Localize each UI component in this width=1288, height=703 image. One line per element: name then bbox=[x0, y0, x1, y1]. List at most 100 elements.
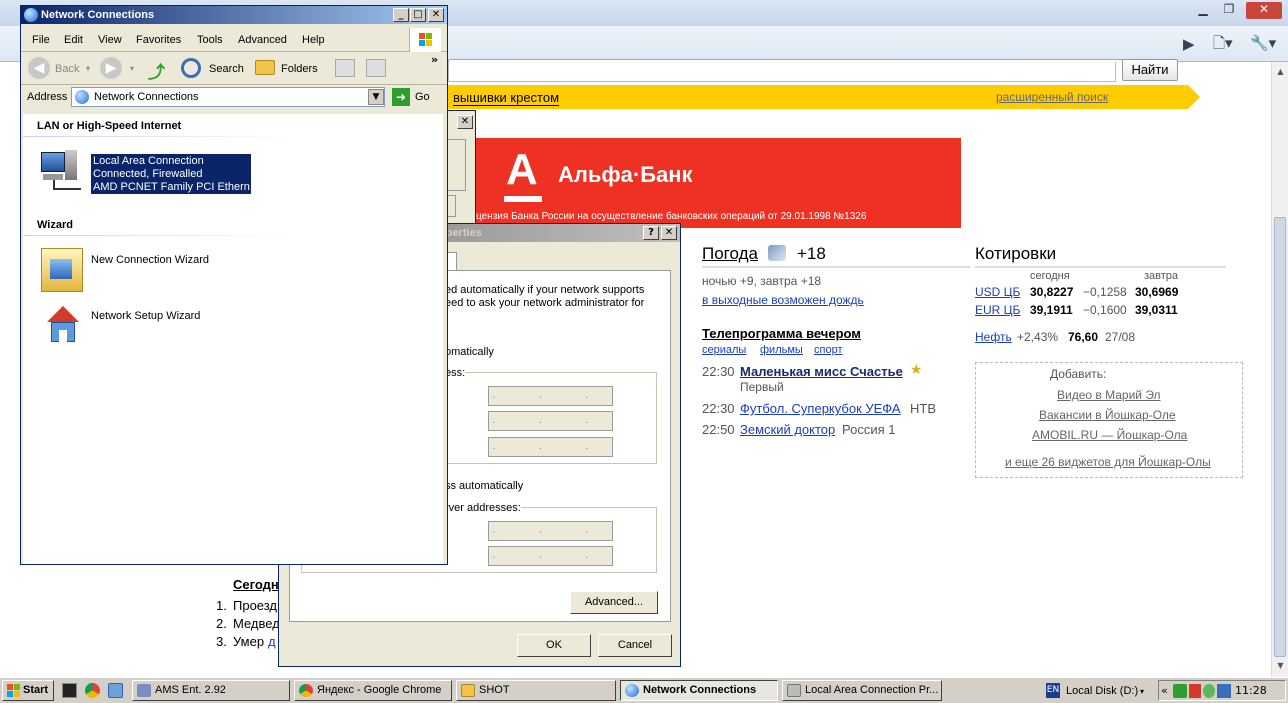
menu-view[interactable]: View bbox=[98, 34, 122, 46]
widget-link[interactable]: и еще 26 виджетов для Йошкар-Олы bbox=[1005, 455, 1211, 469]
tray-app-icon[interactable] bbox=[1217, 684, 1231, 698]
new-connection-wizard-icon[interactable] bbox=[41, 248, 83, 292]
news-title[interactable]: Сегодн bbox=[233, 577, 279, 592]
folders-button-label[interactable]: Folders bbox=[281, 63, 318, 75]
network-setup-wizard-icon[interactable] bbox=[41, 304, 83, 350]
task-shot[interactable]: SHOT bbox=[456, 680, 616, 701]
cmd-icon[interactable] bbox=[62, 683, 77, 698]
up-folder-icon[interactable]: ⤴ bbox=[148, 58, 165, 83]
ok-button[interactable]: OK bbox=[517, 634, 591, 657]
weather-note-link[interactable]: в выходные возможен дождь bbox=[702, 293, 864, 307]
task-lac-properties[interactable]: Local Area Connection Pr... bbox=[782, 680, 942, 701]
back-dropdown-icon[interactable]: ▾ bbox=[86, 64, 90, 73]
close-icon[interactable]: ✕ bbox=[661, 226, 677, 240]
address-dropdown-icon[interactable]: ▼ bbox=[368, 89, 384, 105]
news-link[interactable]: д bbox=[268, 634, 276, 649]
search-button[interactable]: Найти bbox=[1122, 59, 1178, 81]
tray-antivirus-icon[interactable] bbox=[1189, 684, 1201, 698]
lan-connection-selection[interactable]: Local Area Connection Connected, Firewal… bbox=[91, 154, 259, 194]
minimize-icon[interactable]: _ bbox=[393, 8, 409, 22]
menu-help[interactable]: Help bbox=[302, 34, 325, 46]
tv-show[interactable]: Футбол. Суперкубок УЕФА bbox=[740, 401, 901, 416]
widget-link[interactable]: AMOBIL.RU — Йошкар-Ола bbox=[1032, 428, 1187, 442]
back-button-label[interactable]: Back bbox=[55, 63, 79, 75]
close-icon[interactable]: ✕ bbox=[428, 8, 444, 22]
oil-name[interactable]: Нефть bbox=[975, 330, 1012, 344]
folders-icon[interactable] bbox=[255, 60, 275, 75]
cancel-button[interactable]: Cancel bbox=[598, 634, 672, 657]
tray-network-icon[interactable] bbox=[1173, 684, 1187, 698]
advanced-button[interactable]: Advanced... bbox=[570, 591, 658, 614]
menu-edit[interactable]: Edit bbox=[64, 34, 83, 46]
preferred-dns-field[interactable]: . . . bbox=[488, 521, 613, 541]
tv-title[interactable]: Телепрограмма вечером bbox=[702, 326, 861, 341]
tv-tab-films[interactable]: фильмы bbox=[760, 344, 803, 356]
chrome-icon[interactable] bbox=[85, 683, 100, 698]
restore-icon[interactable]: ❐ bbox=[1216, 2, 1242, 19]
tray-security-icon[interactable] bbox=[1203, 684, 1215, 698]
address-field[interactable]: Network Connections ▼ bbox=[71, 87, 385, 107]
quote-name[interactable]: USD ЦБ bbox=[975, 285, 1020, 299]
lan-connection-icon[interactable] bbox=[39, 146, 85, 192]
widget-link[interactable]: Вакансии в Йошкар-Оле bbox=[1039, 408, 1176, 422]
minimize-icon[interactable]: ▁ bbox=[1190, 2, 1216, 19]
go-button-label[interactable]: Go bbox=[415, 91, 430, 103]
widget-link[interactable]: Видео в Марий Эл bbox=[1057, 388, 1161, 402]
weather-title[interactable]: Погода bbox=[702, 244, 758, 264]
promo-link[interactable]: вышивки крестом bbox=[453, 90, 560, 106]
tv-channel: НТВ bbox=[910, 401, 936, 416]
network-setup-wizard-label[interactable]: Network Setup Wizard bbox=[91, 310, 200, 323]
page-menu-icon[interactable]: 🗋▾ bbox=[1213, 34, 1233, 52]
ie-icon[interactable] bbox=[108, 683, 123, 698]
go-arrow-icon[interactable]: ➜ bbox=[392, 88, 410, 106]
ip-address-field[interactable]: . . . bbox=[488, 386, 613, 406]
search-button-label[interactable]: Search bbox=[209, 63, 244, 75]
forward-dropdown-icon[interactable]: ▾ bbox=[130, 64, 134, 73]
subnet-mask-field[interactable]: . . . bbox=[488, 411, 613, 431]
copy-to-icon[interactable] bbox=[366, 59, 386, 77]
tv-show[interactable]: Маленькая мисс Счастье bbox=[740, 364, 903, 379]
window-titlebar: Network Connections bbox=[21, 6, 447, 24]
help-icon[interactable]: ? bbox=[643, 226, 659, 240]
scroll-up-icon[interactable]: ▲ bbox=[1273, 64, 1288, 79]
quote-change: −0,1600 bbox=[1083, 303, 1127, 317]
scroll-thumb[interactable] bbox=[1274, 217, 1286, 657]
alfa-bank-banner[interactable]: А Альфа·Банк цензия Банка России на осущ… bbox=[476, 138, 961, 228]
search-icon[interactable] bbox=[181, 58, 201, 78]
menu-favorites[interactable]: Favorites bbox=[136, 34, 181, 46]
task-chrome[interactable]: Яндекс - Google Chrome bbox=[294, 680, 452, 701]
wrench-icon[interactable]: 🔧▾ bbox=[1250, 34, 1276, 52]
task-network-connections[interactable]: Network Connections bbox=[620, 680, 778, 701]
menu-file[interactable]: File bbox=[32, 34, 50, 46]
toolbar-chevron-icon[interactable]: » bbox=[431, 53, 438, 66]
tv-tab-sport[interactable]: спорт bbox=[814, 344, 843, 356]
new-connection-wizard-label[interactable]: New Connection Wizard bbox=[91, 254, 209, 267]
tv-tab-series[interactable]: сериалы bbox=[702, 344, 746, 356]
forward-arrow-icon[interactable]: ▶ bbox=[100, 57, 122, 79]
close-icon[interactable]: ✕ bbox=[457, 115, 473, 129]
menu-tools[interactable]: Tools bbox=[197, 34, 223, 46]
search-input[interactable] bbox=[448, 62, 1116, 82]
obtain-ip-radio-label[interactable]: omatically bbox=[445, 346, 494, 359]
tray-expand-icon[interactable]: « bbox=[1161, 681, 1168, 700]
alternate-dns-field[interactable]: . . . bbox=[488, 546, 613, 566]
go-arrow-icon[interactable]: ▶ bbox=[1183, 35, 1195, 53]
task-ams[interactable]: AMS Ent. 2.92 bbox=[132, 680, 290, 701]
disk-dropdown-icon[interactable]: ▾ bbox=[1140, 687, 1144, 696]
language-indicator[interactable]: EN bbox=[1046, 683, 1060, 698]
maximize-icon[interactable]: □ bbox=[410, 8, 426, 22]
obtain-dns-radio-label[interactable]: ss automatically bbox=[445, 480, 523, 493]
start-button[interactable]: Start bbox=[2, 680, 54, 701]
back-arrow-icon[interactable]: ◀ bbox=[28, 57, 50, 79]
menu-advanced[interactable]: Advanced bbox=[238, 34, 287, 46]
local-disk-toolbar[interactable]: Local Disk (D:) bbox=[1066, 685, 1138, 698]
advanced-search-link[interactable]: расширенный поиск bbox=[996, 90, 1108, 104]
quote-name[interactable]: EUR ЦБ bbox=[975, 303, 1020, 317]
move-to-icon[interactable] bbox=[335, 59, 355, 77]
gateway-field[interactable]: . . . bbox=[488, 437, 613, 457]
tv-show[interactable]: Земский доктор bbox=[740, 422, 835, 437]
scroll-down-icon[interactable]: ▼ bbox=[1273, 658, 1288, 673]
tray-clock[interactable]: 11:28 bbox=[1235, 681, 1267, 700]
close-icon[interactable]: ✕ bbox=[1246, 2, 1282, 19]
vertical-scrollbar[interactable]: ▲ ▼ bbox=[1271, 62, 1288, 677]
